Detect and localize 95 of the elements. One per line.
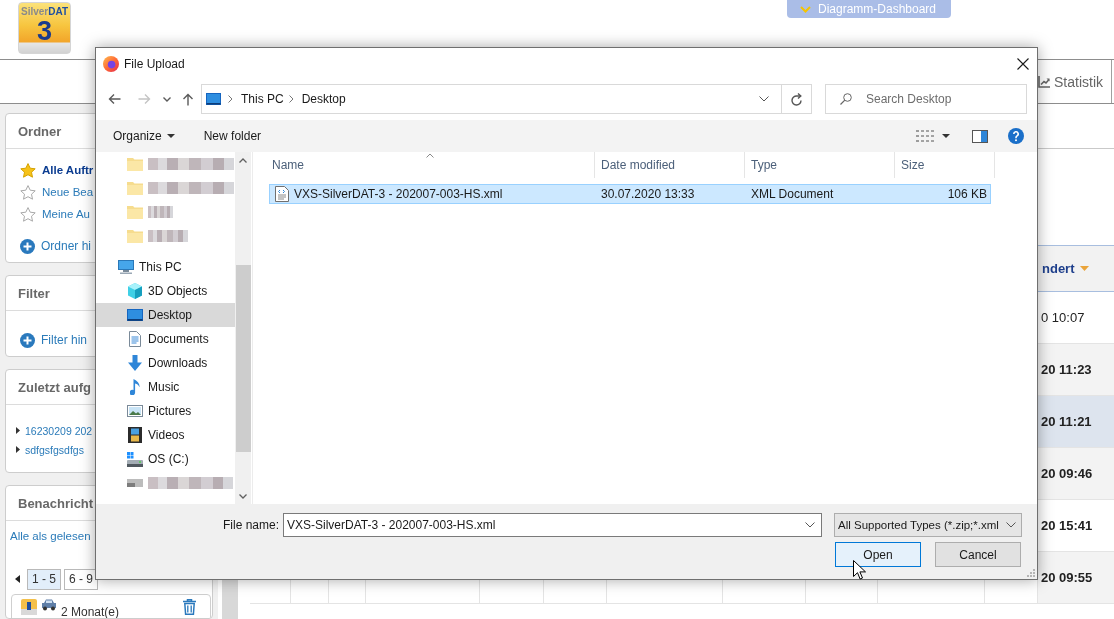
file-name: VXS-SilverDAT-3 - 202007-003-HS.xml [294,187,503,201]
nav-item[interactable]: Videos [96,423,235,447]
scrollbar-thumb[interactable] [235,265,251,452]
arrow-up-icon [182,92,194,106]
column-header[interactable]: Name [266,152,595,178]
dialog-title: File Upload [124,57,185,71]
table-cell: 20 09:46 [1038,448,1114,499]
mark-all-read-link[interactable]: Alle als gelesen [10,526,91,546]
table-cell: 20 11:21 [1038,396,1114,447]
star-icon[interactable] [20,162,36,178]
app-icon [103,56,119,72]
document-icon [129,331,141,347]
file-size: 106 KB [946,186,988,203]
bullet-triangle-icon [16,446,20,453]
film-icon [128,427,142,443]
chevron-down-icon [800,5,811,13]
file-date: 30.07.2020 13:33 [600,186,696,203]
add-filter-link[interactable]: Filter hin [20,329,87,351]
help-icon[interactable] [1008,128,1024,144]
folder-icon [127,229,143,243]
table-cell: 20 09:55 [1038,552,1114,603]
plus-circle-icon [20,332,35,348]
caret-down-icon [166,134,175,138]
folder-link[interactable]: Meine Au [20,203,90,225]
arrow-left-icon [107,93,121,105]
previous-page-icon[interactable] [15,575,20,583]
page-button[interactable]: 6 - 9 [64,568,99,590]
drive-icon [127,451,143,467]
nav-item[interactable]: This PC [96,255,235,279]
star-icon[interactable] [20,206,36,222]
bullet-triangle-icon [16,427,20,434]
close-icon [1017,58,1029,70]
chevron-down-icon [759,96,769,102]
address-bar[interactable]: This PC Desktop [201,84,812,114]
file-type-select[interactable]: All Supported Types (*.zip;*.xml [834,513,1022,537]
desktop-icon [206,93,221,105]
recent-item-link[interactable]: sdfgsfgsdfgs [6,440,84,459]
open-button[interactable]: Open [835,542,921,567]
chevron-down-icon[interactable] [805,522,815,528]
music-note-icon [130,379,140,395]
logo-wordmark: SilverDAT [20,6,69,17]
chevron-down-icon [1006,522,1016,528]
folder-link[interactable]: Neue Bea [20,181,94,203]
logo-number: 3 [37,17,52,45]
cancel-button[interactable]: Cancel [935,542,1021,567]
computer-icon [118,260,134,274]
column-header[interactable]: Type [745,152,895,178]
search-icon [840,93,852,105]
download-arrow-icon [128,355,142,371]
column-header[interactable]: Date modified [595,152,745,178]
page-button[interactable]: 1 - 5 [27,568,61,590]
cube-icon [128,283,142,299]
organize-button[interactable]: Organize [113,129,175,143]
file-type: XML Document [750,186,835,203]
star-icon[interactable] [20,184,36,200]
table-cell: 20 11:23 [1038,344,1114,395]
folder-icon [127,157,143,171]
breadcrumb-item[interactable]: This PC [241,92,284,106]
caret-down-icon [163,96,171,102]
desktop-icon [127,309,143,321]
nav-item[interactable]: Documents [96,327,235,351]
blurred-label [148,206,173,218]
file-row[interactable]: VXS-SilverDAT-3 - 202007-003-HS.xml 30.07.2020 13:33 XML Document 106 KB [269,184,991,204]
caret-down-icon[interactable] [942,134,950,138]
nav-item[interactable]: Desktop [96,303,235,327]
scroll-up-icon[interactable] [239,157,247,163]
folder-link[interactable]: Alle Auftr [20,159,94,181]
app-logo-icon [21,599,37,615]
breadcrumb-item[interactable]: Desktop [301,92,346,106]
notification-text: 2 Monat(e) [61,605,120,618]
recent-item-link[interactable]: 16230209 202 [6,421,93,440]
field-label: File name: [221,518,280,532]
nav-item[interactable]: OS (C:) [96,447,235,471]
code-file-icon [275,186,289,202]
column-header[interactable]: Size [895,152,995,178]
scroll-down-icon[interactable] [239,493,247,499]
search-field[interactable]: Search Desktop [825,84,1027,114]
breadcrumb-chevron-icon[interactable] [228,95,233,103]
file-name-field[interactable]: VXS-SilverDAT-3 - 202007-003-HS.xml [283,513,822,537]
column-header[interactable]: ndert [1038,246,1114,291]
trash-icon[interactable] [183,599,196,615]
drive-icon [127,479,143,487]
folder-icon [127,181,143,195]
arrow-right-icon [137,93,151,105]
add-folder-link[interactable]: Ordner hi [20,235,92,257]
view-list-icon[interactable] [916,129,934,143]
breadcrumb-chevron-icon[interactable] [288,95,294,103]
blurred-label [148,230,188,242]
resize-grip-icon[interactable] [1027,569,1035,577]
folder-icon [127,205,143,219]
car-icon [41,599,57,611]
plus-circle-icon [20,238,35,254]
preview-pane-icon[interactable] [972,129,988,143]
refresh-icon [790,92,803,106]
picture-icon [127,405,143,417]
